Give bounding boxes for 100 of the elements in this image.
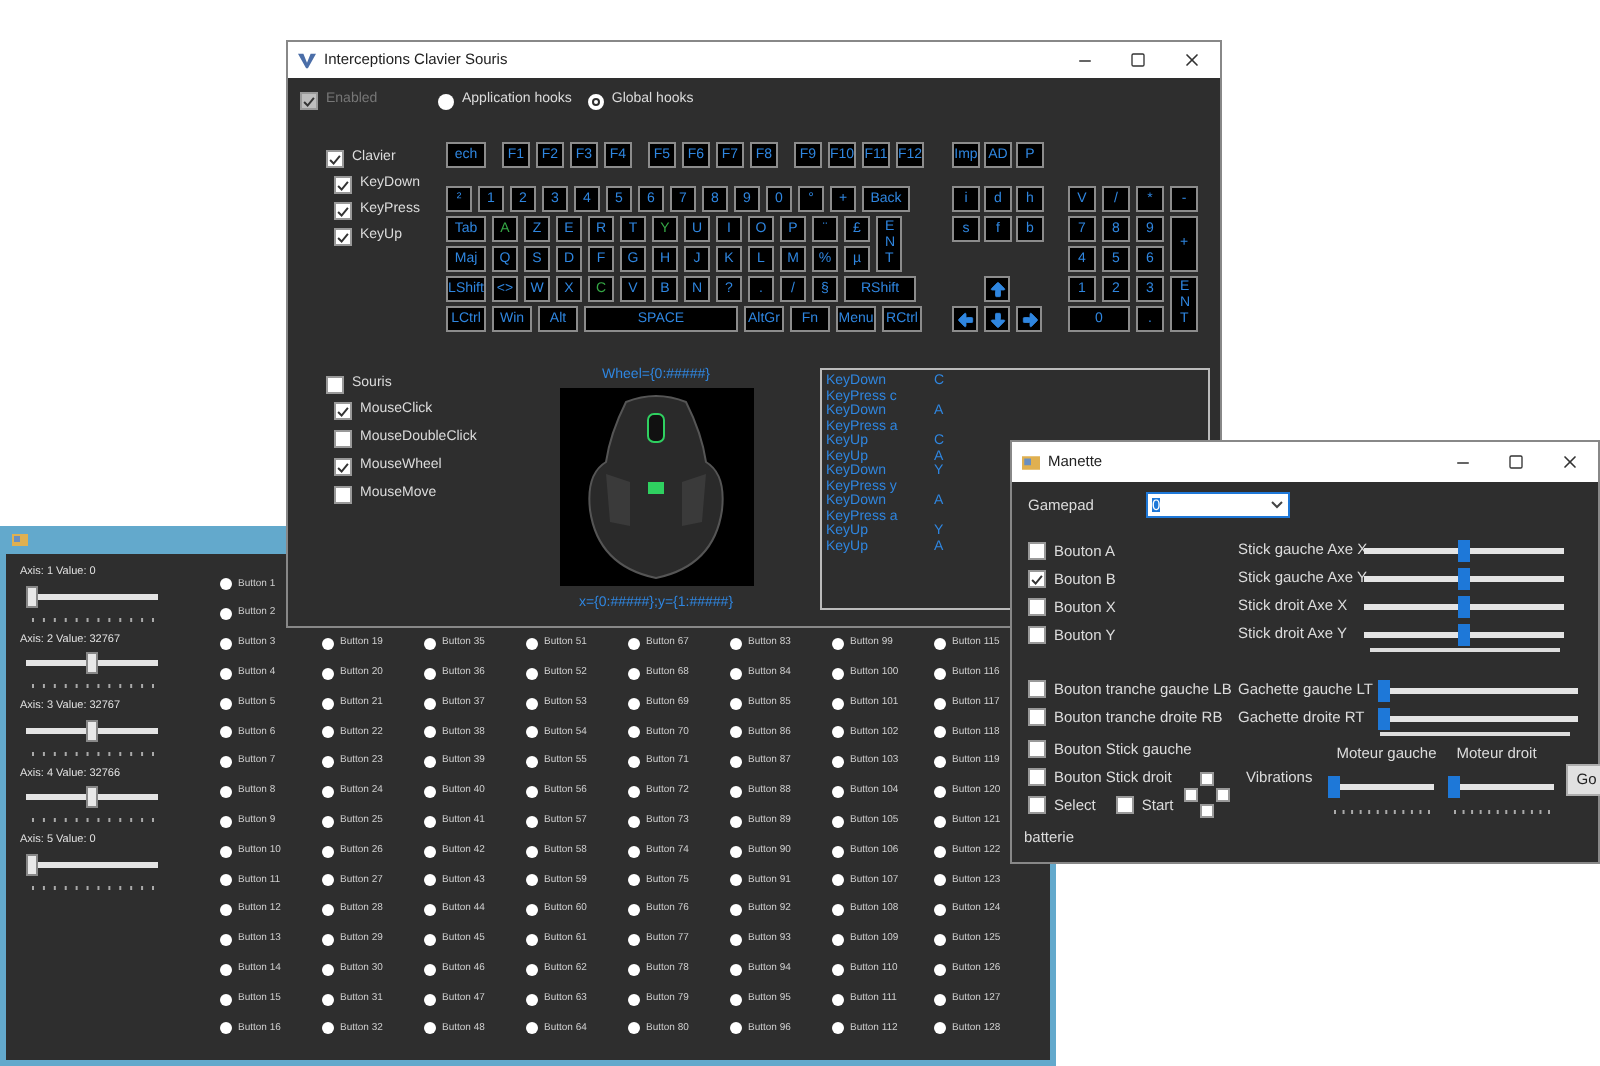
radio-button[interactable] bbox=[424, 874, 436, 887]
slider[interactable] bbox=[26, 786, 158, 808]
radio-button[interactable] bbox=[934, 874, 946, 887]
radio-button[interactable] bbox=[424, 637, 436, 650]
radio-button[interactable] bbox=[220, 904, 232, 917]
close-icon[interactable] bbox=[1182, 50, 1202, 70]
checkbox[interactable] bbox=[334, 228, 352, 246]
radio-button[interactable] bbox=[220, 933, 232, 946]
radio-button[interactable] bbox=[832, 933, 844, 946]
radio-button[interactable] bbox=[628, 667, 640, 680]
slider-thumb[interactable] bbox=[1378, 679, 1390, 701]
radio-button[interactable] bbox=[628, 756, 640, 769]
radio-button[interactable] bbox=[832, 963, 844, 976]
checkbox[interactable] bbox=[1115, 796, 1134, 814]
radio-button[interactable] bbox=[934, 697, 946, 710]
checkbox[interactable] bbox=[334, 202, 352, 220]
checkbox[interactable] bbox=[1200, 772, 1214, 786]
radio-button[interactable] bbox=[730, 993, 742, 1006]
radio-button[interactable] bbox=[322, 756, 334, 769]
radio-button[interactable] bbox=[628, 933, 640, 946]
radio-button[interactable] bbox=[934, 904, 946, 917]
radio-button[interactable] bbox=[322, 785, 334, 798]
radio-button[interactable] bbox=[934, 993, 946, 1006]
radio-button[interactable] bbox=[424, 785, 436, 798]
radio-button[interactable] bbox=[730, 1022, 742, 1035]
radio-button[interactable] bbox=[424, 756, 436, 769]
radio-button[interactable] bbox=[220, 667, 232, 680]
checkbox[interactable] bbox=[334, 176, 352, 194]
radio-button[interactable] bbox=[730, 785, 742, 798]
radio-button[interactable] bbox=[832, 815, 844, 828]
radio-button[interactable] bbox=[730, 815, 742, 828]
radio-button[interactable] bbox=[934, 1022, 946, 1035]
radio-button[interactable] bbox=[424, 933, 436, 946]
radio-button[interactable] bbox=[526, 667, 538, 680]
radio-button[interactable] bbox=[832, 993, 844, 1006]
radio-button[interactable] bbox=[934, 933, 946, 946]
radio-button[interactable] bbox=[628, 1022, 640, 1035]
radio-button[interactable] bbox=[832, 1022, 844, 1035]
radio-button[interactable] bbox=[526, 815, 538, 828]
radio-button[interactable] bbox=[628, 904, 640, 917]
maximize-icon[interactable] bbox=[1508, 454, 1524, 470]
radio-button[interactable] bbox=[832, 637, 844, 650]
checkbox[interactable] bbox=[334, 430, 352, 448]
radio-button[interactable] bbox=[220, 993, 232, 1006]
radio-button[interactable] bbox=[832, 874, 844, 887]
slider-thumb[interactable] bbox=[86, 719, 98, 741]
close-icon[interactable] bbox=[1560, 452, 1580, 472]
radio-button[interactable] bbox=[220, 637, 232, 650]
radio-button[interactable] bbox=[730, 637, 742, 650]
radio-button[interactable] bbox=[424, 667, 436, 680]
radio-button[interactable] bbox=[934, 637, 946, 650]
radio-button[interactable] bbox=[424, 845, 436, 858]
radio-button[interactable] bbox=[832, 667, 844, 680]
slider[interactable] bbox=[1378, 707, 1578, 729]
slider[interactable] bbox=[1378, 679, 1578, 701]
slider[interactable] bbox=[26, 585, 158, 607]
radio-button[interactable] bbox=[587, 93, 604, 109]
checkbox[interactable] bbox=[334, 486, 352, 504]
radio-button[interactable] bbox=[628, 637, 640, 650]
radio-button[interactable] bbox=[832, 845, 844, 858]
radio-button[interactable] bbox=[730, 874, 742, 887]
radio-button[interactable] bbox=[526, 785, 538, 798]
radio-button[interactable] bbox=[934, 815, 946, 828]
radio-button[interactable] bbox=[322, 637, 334, 650]
slider[interactable] bbox=[26, 853, 158, 875]
radio-button[interactable] bbox=[424, 697, 436, 710]
radio-button[interactable] bbox=[322, 874, 334, 887]
checkbox[interactable] bbox=[1200, 804, 1214, 818]
radio-button[interactable] bbox=[322, 726, 334, 739]
arrow-key[interactable] bbox=[984, 306, 1010, 332]
radio-button[interactable] bbox=[322, 904, 334, 917]
radio-button[interactable] bbox=[220, 874, 232, 887]
radio-button[interactable] bbox=[934, 667, 946, 680]
radio-button[interactable] bbox=[934, 726, 946, 739]
checkbox[interactable] bbox=[1028, 768, 1046, 786]
radio-button[interactable] bbox=[628, 785, 640, 798]
radio-button[interactable] bbox=[220, 756, 232, 769]
slider-thumb[interactable] bbox=[1458, 595, 1470, 617]
radio-button[interactable] bbox=[628, 697, 640, 710]
radio-button[interactable] bbox=[526, 933, 538, 946]
checkbox[interactable] bbox=[326, 376, 344, 394]
radio-button[interactable] bbox=[220, 1022, 232, 1035]
slider-thumb[interactable] bbox=[86, 786, 98, 808]
radio-button[interactable] bbox=[322, 667, 334, 680]
radio-button[interactable] bbox=[322, 815, 334, 828]
radio-button[interactable] bbox=[220, 963, 232, 976]
arrow-key[interactable] bbox=[1016, 306, 1042, 332]
radio-button[interactable] bbox=[526, 697, 538, 710]
radio-button[interactable] bbox=[526, 874, 538, 887]
maximize-icon[interactable] bbox=[1130, 52, 1146, 68]
radio-button[interactable] bbox=[322, 963, 334, 976]
checkbox[interactable] bbox=[1184, 788, 1198, 802]
slider[interactable] bbox=[26, 652, 158, 674]
radio-button[interactable] bbox=[220, 726, 232, 739]
radio-button[interactable] bbox=[438, 93, 454, 109]
checkbox[interactable] bbox=[1028, 740, 1046, 758]
radio-button[interactable] bbox=[424, 904, 436, 917]
slider-thumb[interactable] bbox=[86, 652, 98, 674]
radio-button[interactable] bbox=[322, 933, 334, 946]
checkbox[interactable] bbox=[1028, 598, 1046, 616]
